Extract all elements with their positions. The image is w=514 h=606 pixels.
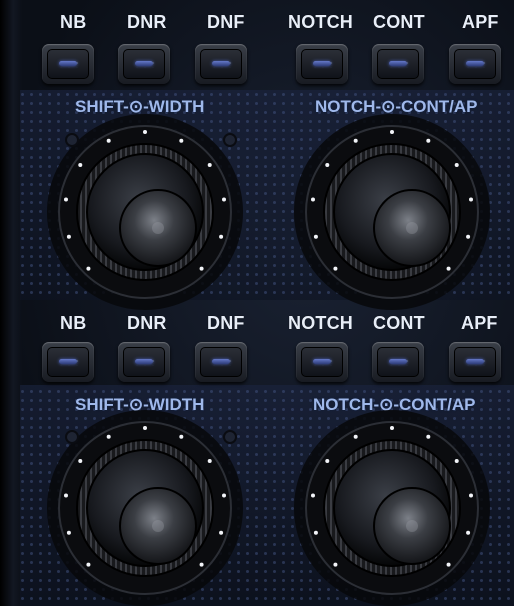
tick-dot (199, 562, 204, 567)
tick-dot (207, 458, 212, 463)
tick-dot (426, 434, 431, 439)
tick-dot (78, 458, 83, 463)
tick-dot (466, 530, 471, 535)
tick-dot (143, 426, 147, 430)
radio-front-panel: NB DNR DNF NOTCH CONT APF SHIFT-⊙-WIDTH … (0, 0, 514, 606)
tick-dot (222, 197, 227, 202)
tick-dot (106, 138, 111, 143)
tick-dot (222, 493, 227, 498)
tick-dot (219, 234, 224, 239)
tick-dot (199, 266, 204, 271)
tick-dot (426, 138, 431, 143)
tick-dot (469, 493, 474, 498)
tick-dot (466, 234, 471, 239)
tick-dot (333, 562, 338, 567)
tick-dot (353, 434, 358, 439)
tick-dot (325, 458, 330, 463)
tick-dot (78, 162, 83, 167)
tick-dot (353, 138, 358, 143)
tick-dot (86, 266, 91, 271)
tick-dot (179, 138, 184, 143)
tick-dot (313, 530, 318, 535)
tick-dot (469, 197, 474, 202)
tick-dot (86, 562, 91, 567)
tick-dot (143, 130, 147, 134)
tick-dot (106, 434, 111, 439)
tick-dot (207, 162, 212, 167)
tick-dot (333, 266, 338, 271)
tick-dot (66, 530, 71, 535)
tick-dot (179, 434, 184, 439)
tick-dot (325, 162, 330, 167)
tick-dot (390, 426, 394, 430)
tick-dot (66, 234, 71, 239)
tick-dot (454, 458, 459, 463)
tick-dot (63, 197, 68, 202)
tick-dot (446, 562, 451, 567)
tick-dot (63, 493, 68, 498)
knob-tick-marks (63, 130, 474, 567)
tick-dot (310, 197, 315, 202)
tick-dot (446, 266, 451, 271)
tick-dot (219, 530, 224, 535)
tick-dot (313, 234, 318, 239)
tick-dot (454, 162, 459, 167)
tick-dot (390, 130, 394, 134)
tick-dot (310, 493, 315, 498)
